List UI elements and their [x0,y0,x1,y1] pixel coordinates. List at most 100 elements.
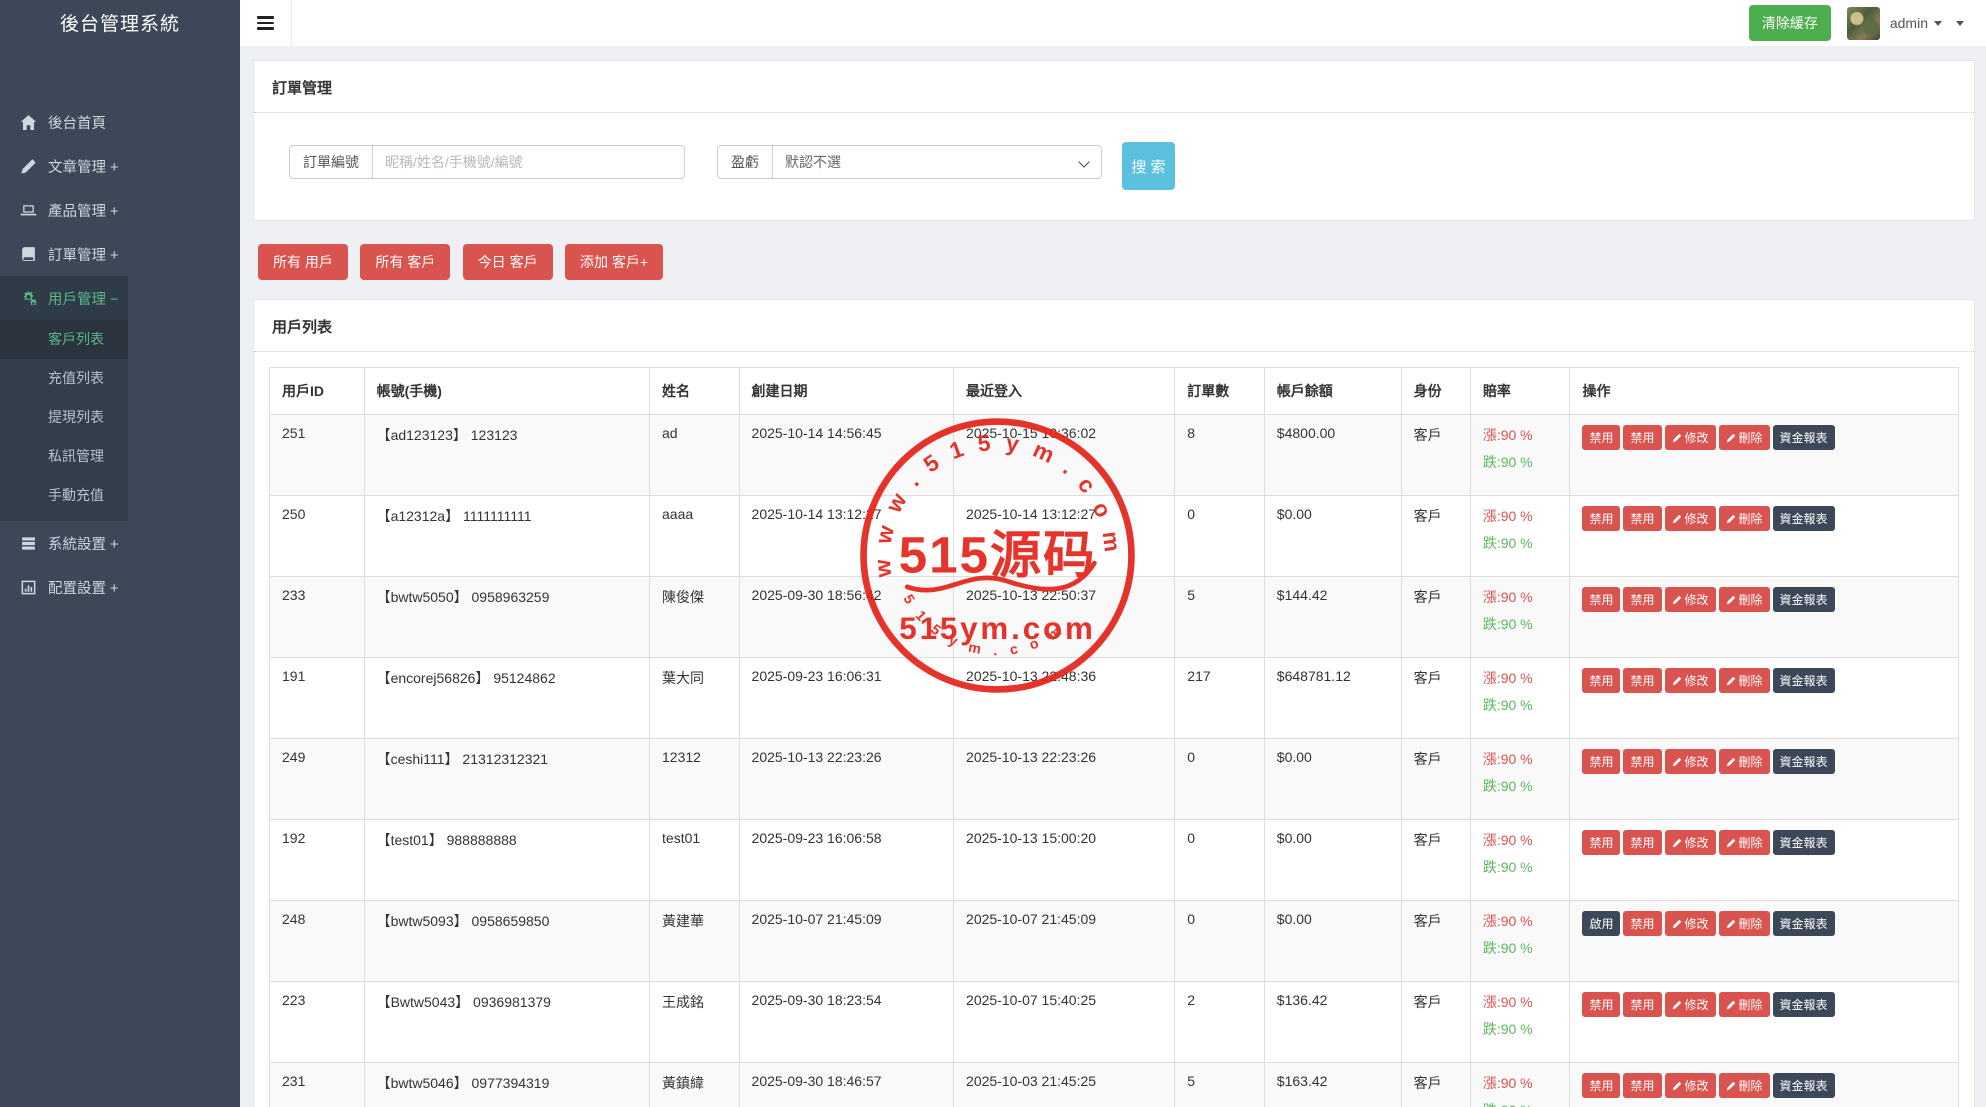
fund-report-button[interactable]: 資金報表 [1773,668,1835,693]
fund-report-button[interactable]: 資金報表 [1773,992,1835,1017]
odds-down: 跌:90 % [1483,533,1564,553]
delete-button[interactable]: 刪除 [1719,911,1770,936]
sidebar-toggle-button[interactable] [240,0,292,46]
odds-up: 漲:90 % [1483,749,1564,769]
sidebar-item-config-settings[interactable]: 配置設置 + [0,565,128,609]
table-row: 233【bwtw5050】 0958963259陳俊傑2025-09-30 18… [270,577,1959,658]
disable-button[interactable]: 禁用 [1582,587,1620,612]
edit-button[interactable]: 修改 [1665,1073,1716,1098]
edit-button[interactable]: 修改 [1665,587,1716,612]
account-cell: 【encorej56826】 95124862 [364,658,649,739]
caret-down-icon[interactable] [1956,21,1964,26]
disable-button[interactable]: 禁用 [1582,992,1620,1017]
user-table-wrap: 用戶ID 帳號(手機) 姓名 創建日期 最近登入 訂單數 帳戶餘額 身份 賠率 … [254,352,1974,1107]
today-customers-button[interactable]: 今日 客戶 [463,244,553,280]
edit-button[interactable]: 修改 [1665,749,1716,774]
balance-cell: $136.42 [1264,982,1401,1063]
enable-button[interactable]: 啟用 [1582,911,1620,936]
disable-button[interactable]: 禁用 [1582,425,1620,450]
fund-report-button[interactable]: 資金報表 [1773,749,1835,774]
disable-button[interactable]: 禁用 [1623,749,1661,774]
actions-cell: 禁用禁用修改刪除資金報表 [1570,577,1959,658]
last-login-cell: 2025-10-13 15:00:20 [954,820,1175,901]
panel-title: 用戶列表 [254,300,1974,352]
delete-button[interactable]: 刪除 [1719,992,1770,1017]
fund-report-button[interactable]: 資金報表 [1773,1073,1835,1098]
edit-button[interactable]: 修改 [1665,668,1716,693]
name-cell: ad [650,415,740,496]
account-cell: 【ceshi111】 21312312321 [364,739,649,820]
disable-button[interactable]: 禁用 [1623,992,1661,1017]
caret-down-icon [1934,21,1942,26]
fund-report-button[interactable]: 資金報表 [1773,830,1835,855]
edit-button[interactable]: 修改 [1665,425,1716,450]
disable-button[interactable]: 禁用 [1582,1073,1620,1098]
fund-report-button[interactable]: 資金報表 [1773,587,1835,612]
name-cell: test01 [650,820,740,901]
name-cell: 王成銘 [650,982,740,1063]
avatar[interactable] [1847,7,1880,40]
col-balance: 帳戶餘額 [1264,368,1401,415]
disable-button[interactable]: 禁用 [1623,911,1661,936]
disable-button[interactable]: 禁用 [1623,506,1661,531]
disable-button[interactable]: 禁用 [1623,830,1661,855]
sidebar-item-orders[interactable]: 訂單管理 + [0,232,128,276]
balance-cell: $0.00 [1264,901,1401,982]
fund-report-button[interactable]: 資金報表 [1773,911,1835,936]
pencil-icon [1726,1000,1736,1010]
sidebar-subitem-customer-list[interactable]: 客戶列表 [0,320,128,359]
user-dropdown[interactable]: admin [1890,15,1942,31]
account-cell: 【bwtw5046】 0977394319 [364,1063,649,1107]
odds-down: 跌:90 % [1483,452,1564,472]
sidebar-subitem-manual-recharge[interactable]: 手動充值 [0,476,128,515]
pencil-icon [1672,1081,1682,1091]
order-no-input-group: 訂單編號 [289,145,685,179]
search-input[interactable] [372,145,685,179]
search-form: 訂單編號 盈虧 默認不選 搜 索 [254,113,1974,220]
laptop-icon [20,202,37,219]
edit-button[interactable]: 修改 [1665,506,1716,531]
pencil-icon [1726,919,1736,929]
disable-button[interactable]: 禁用 [1623,668,1661,693]
disable-button[interactable]: 禁用 [1582,506,1620,531]
disable-button[interactable]: 禁用 [1582,668,1620,693]
profit-label: 盈虧 [717,145,772,179]
delete-button[interactable]: 刪除 [1719,425,1770,450]
edit-button[interactable]: 修改 [1665,830,1716,855]
fund-report-button[interactable]: 資金報表 [1773,425,1835,450]
sidebar-subitem-withdraw-list[interactable]: 提現列表 [0,398,128,437]
disable-button[interactable]: 禁用 [1582,749,1620,774]
delete-button[interactable]: 刪除 [1719,1073,1770,1098]
disable-button[interactable]: 禁用 [1582,830,1620,855]
sidebar-item-users[interactable]: 用戶管理 − [0,276,128,320]
edit-button[interactable]: 修改 [1665,992,1716,1017]
order-count-cell: 0 [1175,901,1265,982]
sidebar-item-system-settings[interactable]: 系統設置 + [0,521,128,565]
table-header-row: 用戶ID 帳號(手機) 姓名 創建日期 最近登入 訂單數 帳戶餘額 身份 賠率 … [270,368,1959,415]
user-list-panel: 用戶列表 用戶ID 帳號(手機) 姓名 創建日期 最近登入 [253,299,1975,1107]
disable-button[interactable]: 禁用 [1623,425,1661,450]
sidebar-item-home[interactable]: 後台首頁 [0,100,128,144]
fund-report-button[interactable]: 資金報表 [1773,506,1835,531]
identity-cell: 客戶 [1401,982,1470,1063]
delete-button[interactable]: 刪除 [1719,587,1770,612]
all-customers-button[interactable]: 所有 客戶 [360,244,450,280]
search-button[interactable]: 搜 索 [1122,142,1175,190]
all-users-button[interactable]: 所有 用戶 [258,244,348,280]
add-customer-button[interactable]: 添加 客戶+ [565,244,663,280]
sidebar-item-products[interactable]: 產品管理 + [0,188,128,232]
sidebar-item-articles[interactable]: 文章管理 + [0,144,128,188]
disable-button[interactable]: 禁用 [1623,1073,1661,1098]
edit-button[interactable]: 修改 [1665,911,1716,936]
profit-select[interactable]: 默認不選 [772,145,1102,179]
pencil-icon [1672,514,1682,524]
sidebar-subitem-message-management[interactable]: 私訊管理 [0,437,128,476]
sidebar-subitem-recharge-list[interactable]: 充值列表 [0,359,128,398]
delete-button[interactable]: 刪除 [1719,830,1770,855]
delete-button[interactable]: 刪除 [1719,749,1770,774]
delete-button[interactable]: 刪除 [1719,668,1770,693]
clear-cache-button[interactable]: 清除緩存 [1749,5,1831,41]
topbar: 清除緩存 admin [240,0,1986,46]
disable-button[interactable]: 禁用 [1623,587,1661,612]
delete-button[interactable]: 刪除 [1719,506,1770,531]
